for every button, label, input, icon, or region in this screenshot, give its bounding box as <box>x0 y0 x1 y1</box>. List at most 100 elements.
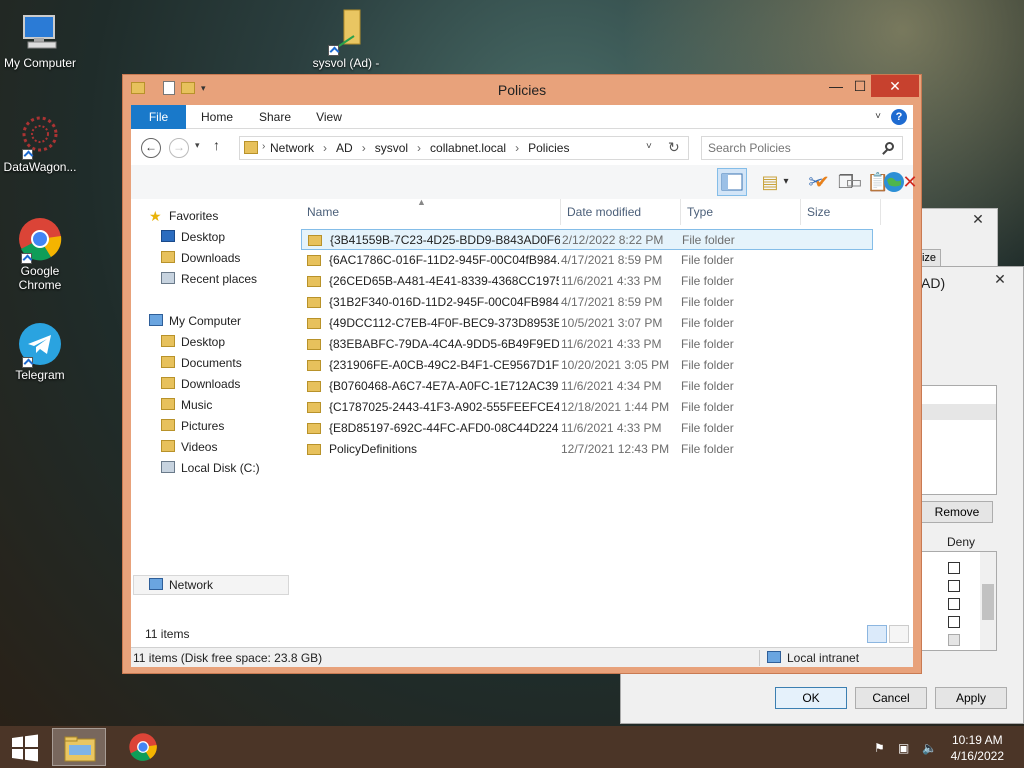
nav-comp-desktop[interactable]: Desktop <box>161 332 225 352</box>
breadcrumb-ad[interactable]: AD <box>336 141 353 155</box>
desktop-icon-sysvol[interactable]: sysvol (Ad) - <box>306 6 386 70</box>
maximize-button[interactable]: ☐ <box>849 75 871 97</box>
chevron-down-icon[interactable]: ▾ <box>779 169 793 195</box>
apply-button[interactable]: Apply <box>935 687 1007 709</box>
column-header-size[interactable]: Size <box>801 199 881 225</box>
address-bar[interactable]: › Network › AD › sysvol › collabnet.local › … <box>239 136 689 160</box>
permissions-list[interactable] <box>921 551 997 651</box>
check-icon[interactable]: ✔ <box>809 169 835 195</box>
breadcrumb-policies[interactable]: Policies <box>528 141 569 155</box>
nav-label: Videos <box>181 440 218 454</box>
nav-network[interactable]: Network <box>149 575 213 595</box>
help-icon[interactable]: ? <box>891 109 907 125</box>
nav-comp-videos[interactable]: Videos <box>161 437 217 457</box>
close-icon[interactable]: ✕ <box>985 269 1015 289</box>
folder-icon <box>308 235 322 246</box>
nav-comp-pictures[interactable]: Pictures <box>161 416 224 436</box>
dialog-title-fragment: AD) <box>921 275 946 291</box>
breadcrumb-sysvol[interactable]: sysvol <box>375 141 408 155</box>
preview-pane-icon[interactable] <box>717 168 747 196</box>
refresh-icon[interactable]: ↻ <box>668 139 680 156</box>
chevron-down-icon[interactable]: ˅ <box>646 141 652 152</box>
deny-checkbox[interactable] <box>948 634 960 646</box>
minimize-button[interactable]: — <box>823 75 849 97</box>
table-row[interactable]: {6AC1786C-016F-11D2-945F-00C04fB984... 4/… <box>301 250 873 271</box>
search-input[interactable] <box>708 138 878 158</box>
deny-checkbox[interactable] <box>948 562 960 574</box>
table-row[interactable]: {83EBABFC-79DA-4C4A-9DD5-6B49F9ED... 11/6… <box>301 334 873 355</box>
title-bar[interactable]: ▾ Policies — ☐ ✕ <box>123 75 921 105</box>
cancel-button[interactable]: Cancel <box>855 687 927 709</box>
large-icons-view-icon[interactable] <box>889 625 909 643</box>
table-row[interactable]: {31B2F340-016D-11D2-945F-00C04FB984... 4/… <box>301 292 873 313</box>
table-row[interactable]: {C1787025-2443-41F3-A902-555FEEFCE4... 12… <box>301 397 873 418</box>
breadcrumb-network[interactable]: Network <box>270 141 314 155</box>
chrome-icon <box>129 733 157 761</box>
action-center-flag-icon[interactable]: ⚑ <box>874 741 890 755</box>
taskbar-chrome[interactable] <box>116 728 170 766</box>
file-type: File folder <box>681 379 734 393</box>
nav-label: Recent places <box>181 272 258 286</box>
file-name: {C1787025-2443-41F3-A902-555FEEFCE4... <box>329 400 559 414</box>
details-view-icon[interactable] <box>867 625 887 643</box>
nav-fav-recent[interactable]: Recent places <box>161 269 257 289</box>
chevron-right-icon[interactable]: › <box>262 141 265 152</box>
network-tray-icon[interactable]: ▣ <box>898 741 914 755</box>
tab-home[interactable]: Home <box>195 105 239 129</box>
back-button[interactable]: ← <box>141 138 161 158</box>
deny-checkbox[interactable] <box>948 616 960 628</box>
nav-comp-music[interactable]: Music <box>161 395 212 415</box>
nav-comp-local-disk[interactable]: Local Disk (C:) <box>161 458 260 478</box>
tab-share[interactable]: Share <box>253 105 297 129</box>
table-row[interactable]: {26CED65B-A481-4E41-8339-4368CC1975... 11… <box>301 271 873 292</box>
nav-fav-downloads[interactable]: Downloads <box>161 248 240 268</box>
search-box[interactable] <box>701 136 903 160</box>
chevron-down-icon[interactable]: ˅ <box>871 106 885 128</box>
taskbar-file-explorer[interactable] <box>52 728 106 766</box>
volume-muted-icon[interactable]: 🔈 <box>922 741 938 755</box>
nav-my-computer[interactable]: My Computer <box>149 311 241 331</box>
up-button[interactable]: ↑ <box>213 137 220 153</box>
desktop-icon-my-computer[interactable]: My Computer <box>0 10 80 70</box>
close-icon[interactable]: ✕ <box>963 209 993 229</box>
file-list[interactable]: Name ▲ Date modified Type Size {3B41559B… <box>301 197 913 619</box>
start-button[interactable] <box>0 728 54 766</box>
tab-view[interactable]: View <box>309 105 349 129</box>
navigation-pane[interactable]: ★ Favorites Desktop Downloads Recent plac… <box>131 199 301 619</box>
scrollbar[interactable] <box>980 552 996 650</box>
breadcrumb: Network › AD › sysvol › collabnet.local › Po… <box>270 141 570 155</box>
desktop-icon-datawagon[interactable]: DataWagon... <box>0 114 80 174</box>
table-row[interactable]: PolicyDefinitions 12/7/2021 12:43 PM File … <box>301 439 873 460</box>
taskbar-clock[interactable]: 10:19 AM 4/16/2022 <box>951 732 1004 764</box>
principals-list[interactable] <box>921 385 997 495</box>
column-header-type[interactable]: Type <box>681 199 801 225</box>
rename-icon[interactable]: ▭ <box>841 169 867 195</box>
desktop-icon-chrome[interactable]: Google Chrome <box>0 216 80 292</box>
column-header-date[interactable]: Date modified <box>561 199 681 225</box>
search-icon[interactable] <box>885 142 894 151</box>
breadcrumb-collabnet[interactable]: collabnet.local <box>430 141 506 155</box>
table-row[interactable]: {231906FE-A0CB-49C2-B4F1-CE9567D1F0... 10… <box>301 355 873 376</box>
close-button[interactable]: ✕ <box>871 75 919 97</box>
nav-comp-downloads[interactable]: Downloads <box>161 374 240 394</box>
globe-icon[interactable] <box>881 169 907 195</box>
nav-favorites[interactable]: ★ Favorites <box>149 206 218 226</box>
tab-file[interactable]: File <box>131 105 186 129</box>
deny-checkbox[interactable] <box>948 598 960 610</box>
file-type: File folder <box>681 358 734 372</box>
deny-checkbox[interactable] <box>948 580 960 592</box>
table-row[interactable]: {3B41559B-7C23-4D25-BDD9-B843AD0F6... 2/1… <box>301 229 873 250</box>
table-row[interactable]: {49DCC112-C7EB-4F0F-BEC9-373D8953E... 10/… <box>301 313 873 334</box>
explorer-window[interactable]: ▾ Policies — ☐ ✕ File Home Share View ˅ … <box>122 74 922 674</box>
nav-fav-desktop[interactable]: Desktop <box>161 227 225 247</box>
table-row[interactable]: {B0760468-A6C7-4E7A-A0FC-1E712AC39... 11/… <box>301 376 873 397</box>
desktop-icon-telegram[interactable]: Telegram <box>0 322 80 382</box>
table-row[interactable]: {E8D85197-692C-44FC-AFD0-08C44D224... 11/… <box>301 418 873 439</box>
recent-locations-chevron-icon[interactable]: ▾ <box>195 140 200 151</box>
column-header-name[interactable]: Name ▲ <box>301 197 561 225</box>
remove-button[interactable]: Remove <box>921 501 993 523</box>
desktop-icon-label: sysvol (Ad) - <box>312 56 380 70</box>
ok-button[interactable]: OK <box>775 687 847 709</box>
nav-comp-documents[interactable]: Documents <box>161 353 242 373</box>
forward-button[interactable]: → <box>169 138 189 158</box>
